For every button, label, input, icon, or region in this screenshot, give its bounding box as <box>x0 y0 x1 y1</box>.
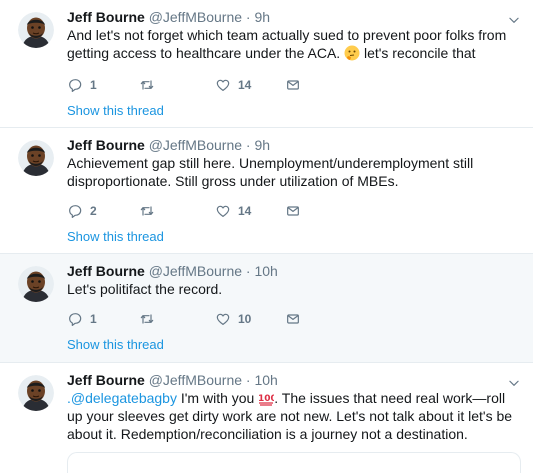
envelope-icon <box>285 203 301 219</box>
retweet-icon <box>139 203 155 219</box>
tweet-header: Jeff Bourne @JeffMBourne · 9h <box>67 8 270 26</box>
tweet[interactable]: Jeff Bourne @JeffMBourne · 9h And let's … <box>0 0 533 128</box>
like-count: 14 <box>238 78 252 92</box>
direct-message-button[interactable] <box>285 202 301 220</box>
thinking-face-emoji <box>344 45 360 61</box>
envelope-icon <box>285 77 301 93</box>
tweet-timestamp[interactable]: · 10h <box>246 372 278 388</box>
retweet-button[interactable] <box>139 76 162 94</box>
author-name[interactable]: Jeff Bourne <box>67 137 145 153</box>
tweet-text: .@delegatebagby I'm with you 100. The is… <box>67 390 513 442</box>
author-handle[interactable]: @JeffMBourne <box>149 263 242 279</box>
retweet-icon <box>139 311 155 327</box>
reply-count: 1 <box>90 312 97 326</box>
show-thread-link[interactable]: Show this thread <box>67 229 164 244</box>
direct-message-button[interactable] <box>285 310 301 328</box>
tweet-text: And let's not forget which team actually… <box>67 27 507 61</box>
tweet-text: Achievement gap still here. Unemployment… <box>67 155 474 189</box>
reply-icon <box>67 77 83 93</box>
avatar[interactable] <box>18 266 54 302</box>
quoted-card-preview[interactable] <box>67 452 521 473</box>
avatar[interactable] <box>18 140 54 176</box>
tweet-timestamp[interactable]: · 10h <box>246 263 278 279</box>
reply-icon <box>67 203 83 219</box>
reply-button[interactable]: 1 <box>67 76 97 94</box>
tweet[interactable]: Jeff Bourne @JeffMBourne · 9h Achievemen… <box>0 128 533 254</box>
tweet-header: Jeff Bourne @JeffMBourne · 9h <box>67 136 270 154</box>
mention-link[interactable]: .@delegatebagby <box>67 390 177 406</box>
heart-icon <box>215 77 231 93</box>
hundred-points-emoji: 100 <box>258 394 274 406</box>
reply-count: 2 <box>90 204 97 218</box>
tweet-header: Jeff Bourne @JeffMBourne · 10h <box>67 371 278 389</box>
show-thread-link[interactable]: Show this thread <box>67 103 164 118</box>
tweet[interactable]: Jeff Bourne @JeffMBourne · 10h Let's pol… <box>0 254 533 363</box>
reply-button[interactable]: 2 <box>67 202 97 220</box>
reply-count: 1 <box>90 78 97 92</box>
avatar[interactable] <box>18 375 54 411</box>
heart-icon <box>215 311 231 327</box>
retweet-button[interactable] <box>139 310 162 328</box>
tweet-text: Let's politifact the record. <box>67 281 223 297</box>
author-name[interactable]: Jeff Bourne <box>67 372 145 388</box>
direct-message-button[interactable] <box>285 76 301 94</box>
tweet-actions: 1 14 <box>67 76 347 94</box>
show-thread-link[interactable]: Show this thread <box>67 337 164 352</box>
like-button[interactable]: 14 <box>215 202 251 220</box>
like-count: 14 <box>238 204 252 218</box>
envelope-icon <box>285 311 301 327</box>
tweet-actions: 1 10 <box>67 310 347 328</box>
author-handle[interactable]: @JeffMBourne <box>149 9 242 25</box>
heart-icon <box>215 203 231 219</box>
avatar[interactable] <box>18 12 54 48</box>
author-name[interactable]: Jeff Bourne <box>67 263 145 279</box>
author-handle[interactable]: @JeffMBourne <box>149 372 242 388</box>
chevron-down-icon[interactable] <box>507 376 521 390</box>
author-handle[interactable]: @JeffMBourne <box>149 137 242 153</box>
retweet-icon <box>139 77 155 93</box>
like-count: 10 <box>238 312 252 326</box>
reply-button[interactable]: 1 <box>67 310 97 328</box>
chevron-down-icon[interactable] <box>507 13 521 27</box>
tweet-actions: 2 14 <box>67 202 347 220</box>
like-button[interactable]: 14 <box>215 76 251 94</box>
tweet-timestamp[interactable]: · 9h <box>246 137 270 153</box>
author-name[interactable]: Jeff Bourne <box>67 9 145 25</box>
tweet[interactable]: Jeff Bourne @JeffMBourne · 10h .@delegat… <box>0 363 533 460</box>
tweet-header: Jeff Bourne @JeffMBourne · 10h <box>67 262 278 280</box>
tweet-timestamp[interactable]: · 9h <box>246 9 270 25</box>
retweet-button[interactable] <box>139 202 162 220</box>
like-button[interactable]: 10 <box>215 310 251 328</box>
reply-icon <box>67 311 83 327</box>
